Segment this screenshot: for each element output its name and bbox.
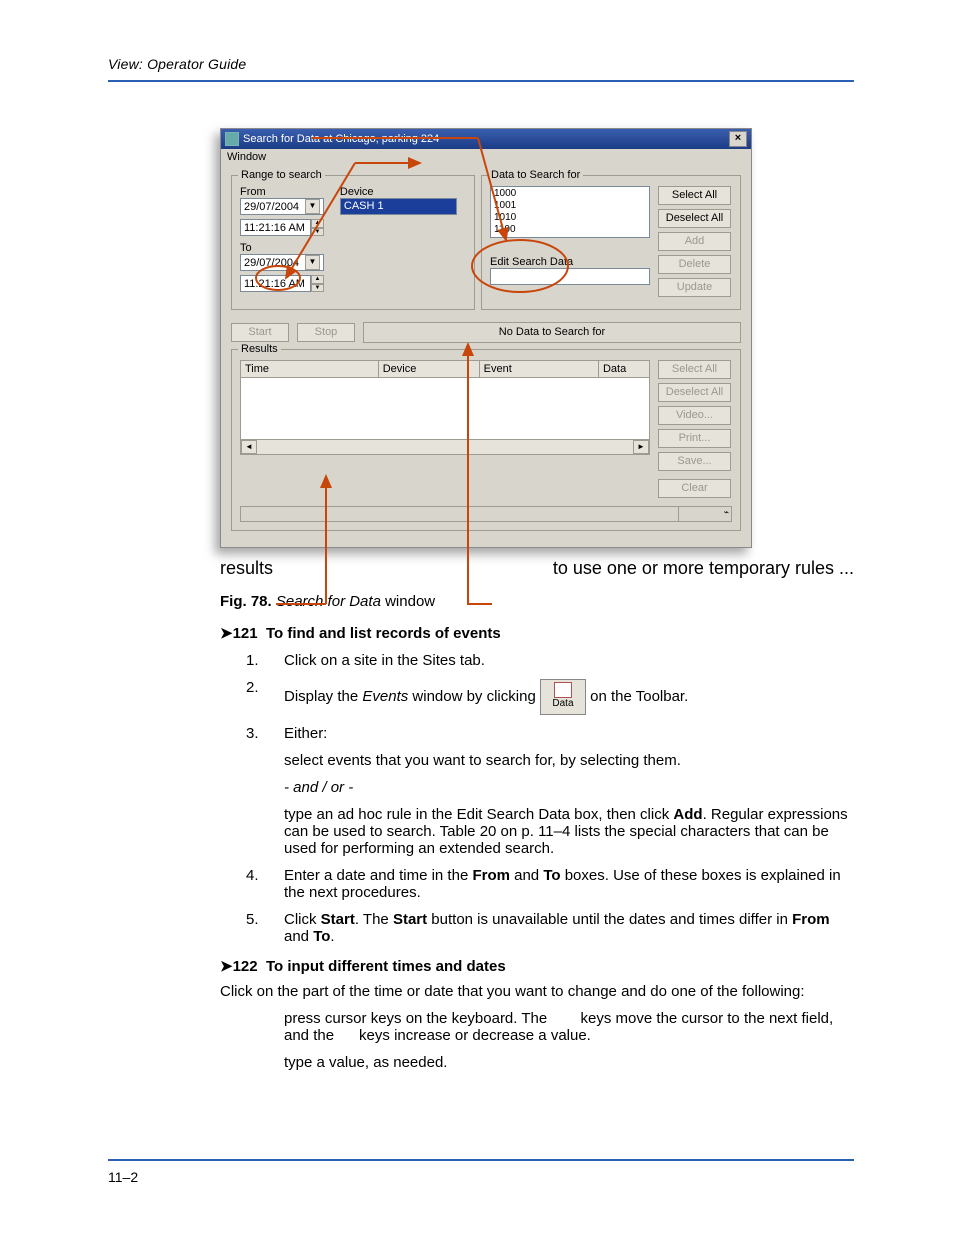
data-listbox[interactable]: 1000 1001 1010 1100 xyxy=(490,186,650,238)
step-1: Click on a site in the Sites tab. xyxy=(284,652,854,669)
footer-rule xyxy=(108,1159,854,1161)
annotation-results: results xyxy=(220,558,273,579)
step-3-or: - and / or - xyxy=(284,779,854,796)
app-icon xyxy=(225,132,239,146)
to-date-input[interactable]: 29/07/2004▼ xyxy=(240,254,324,271)
data-search-group: Data to Search for 1000 1001 1010 1100 xyxy=(481,175,741,310)
chevron-down-icon[interactable]: ▼ xyxy=(305,199,320,214)
scrollbar[interactable]: ◄► xyxy=(241,439,649,454)
from-time-input[interactable]: 11:21:16 AM xyxy=(240,219,311,236)
device-label: Device xyxy=(340,186,460,198)
video-button[interactable]: Video... xyxy=(658,406,731,425)
results-legend: Results xyxy=(238,343,281,355)
to-label: To xyxy=(240,242,330,254)
edit-search-input[interactable] xyxy=(490,268,650,285)
step-3-sub1: select events that you want to search fo… xyxy=(284,752,854,769)
deselect-all-button[interactable]: Deselect All xyxy=(658,209,731,228)
results-select-all-button[interactable]: Select All xyxy=(658,360,731,379)
page-header: View: Operator Guide xyxy=(108,56,854,72)
figure-caption: Fig. 78. Search for Data window xyxy=(220,593,854,610)
task-122-intro: Click on the part of the time or date th… xyxy=(220,983,854,1000)
annotation-temp-rules: to use one or more temporary rules ... xyxy=(553,558,854,579)
chevron-down-icon[interactable]: ▼ xyxy=(305,255,320,270)
start-button[interactable]: Start xyxy=(231,323,289,342)
edit-search-label: Edit Search Data xyxy=(490,256,650,268)
results-deselect-all-button[interactable]: Deselect All xyxy=(658,383,731,402)
results-group: Results Time Device Event Data ◄► xyxy=(231,349,741,531)
print-button[interactable]: Print... xyxy=(658,429,731,448)
window-titlebar: Search for Data at Chicago, parking 224 … xyxy=(221,129,751,149)
col-event: Event xyxy=(480,361,599,377)
task-122-sub1: press cursor keys on the keyboard. The k… xyxy=(284,1010,854,1044)
results-table-header: Time Device Event Data xyxy=(240,360,650,378)
add-button[interactable]: Add xyxy=(658,232,731,251)
col-time: Time xyxy=(241,361,379,377)
range-group: Range to search From 29/07/2004▼ 11:21:1… xyxy=(231,175,475,310)
update-button[interactable]: Update xyxy=(658,278,731,297)
header-rule xyxy=(108,80,854,82)
data-search-legend: Data to Search for xyxy=(488,169,583,181)
window-title: Search for Data at Chicago, parking 224 xyxy=(243,133,439,145)
from-time-spinner[interactable]: ▲▼ xyxy=(311,219,324,236)
task-122-heading: ➤122 To input different times and dates xyxy=(220,957,854,975)
save-button[interactable]: Save... xyxy=(658,452,731,471)
results-table-body: ◄► xyxy=(240,378,650,455)
col-data: Data xyxy=(599,361,649,377)
delete-button[interactable]: Delete xyxy=(658,255,731,274)
search-window: Search for Data at Chicago, parking 224 … xyxy=(220,128,752,548)
status-message: No Data to Search for xyxy=(363,322,741,343)
to-time-input[interactable]: 11:21:16 AM xyxy=(240,275,311,292)
step-5: Click Start. The Start button is unavail… xyxy=(284,911,854,945)
page-number: 11–2 xyxy=(108,1169,138,1185)
from-date-input[interactable]: 29/07/2004▼ xyxy=(240,198,324,215)
close-icon[interactable]: × xyxy=(729,131,747,147)
task-122-sub2: type a value, as needed. xyxy=(284,1054,854,1071)
step-2: Display the Events window by clicking Da… xyxy=(284,679,854,715)
step-3: Either: xyxy=(284,725,854,742)
toolbar-data-icon: Data xyxy=(540,679,586,715)
results-status-bar: ⌁ xyxy=(240,506,732,522)
to-time-spinner[interactable]: ▲▼ xyxy=(311,275,324,292)
clear-button[interactable]: Clear xyxy=(658,479,731,498)
step-4: Enter a date and time in the From and To… xyxy=(284,867,854,901)
step-3-sub2: type an ad hoc rule in the Edit Search D… xyxy=(284,806,854,857)
from-label: From xyxy=(240,186,330,198)
task-121-heading: ➤121 To find and list records of events xyxy=(220,624,854,642)
range-legend: Range to search xyxy=(238,169,325,181)
stop-button[interactable]: Stop xyxy=(297,323,355,342)
select-all-button[interactable]: Select All xyxy=(658,186,731,205)
device-select[interactable]: CASH 1 xyxy=(340,198,457,215)
window-menu[interactable]: Window xyxy=(221,149,751,165)
col-device: Device xyxy=(379,361,480,377)
